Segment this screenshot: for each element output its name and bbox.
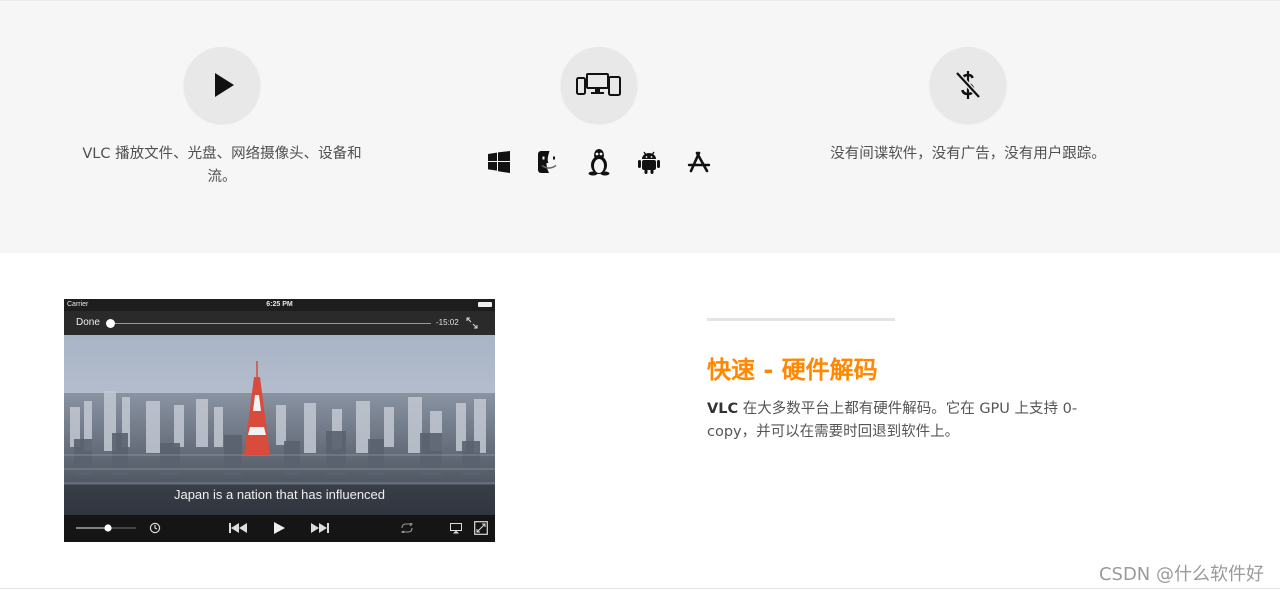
play-icon <box>215 73 234 97</box>
feature-no-ads-text: 没有间谍软件，没有广告，没有用户跟踪。 <box>830 146 1106 162</box>
play-icon[interactable] <box>273 522 285 534</box>
airplay-icon[interactable] <box>450 522 462 534</box>
finder-icon[interactable] <box>536 149 562 175</box>
player-top-bar: Done -15:02 <box>64 311 495 335</box>
features-band: VLC 播放文件、光盘、网络摄像头、设备和流。 没有间谍软件，没有广告，没有用户… <box>0 0 1280 253</box>
fast-forward-icon[interactable] <box>310 523 330 533</box>
app-store-icon[interactable] <box>686 149 712 175</box>
volume-slider[interactable] <box>74 524 138 532</box>
section-divider <box>707 318 895 321</box>
description-text: 在大多数平台上都有硬件解码。它在 GPU 上支持 0-copy，并可以在需要时回… <box>707 401 1078 440</box>
video-subtitle: Japan is a nation that has influenced <box>173 487 386 502</box>
rewind-icon[interactable] <box>228 523 248 533</box>
done-button[interactable]: Done <box>76 317 100 328</box>
bottom-divider <box>0 588 1280 589</box>
ios-status-bar: Carrier 6:25 PM <box>64 299 495 311</box>
linux-icon[interactable] <box>586 149 612 176</box>
video-player-screenshot: Carrier 6:25 PM Done -15:02 Japan is a n… <box>64 299 495 542</box>
no-dollar-icon <box>955 71 981 99</box>
aspect-ratio-icon[interactable] <box>474 521 488 535</box>
devices-icon <box>576 73 621 96</box>
csdn-watermark: CSDN @什么软件好 <box>1098 564 1264 585</box>
seek-track[interactable] <box>109 323 431 324</box>
repeat-icon[interactable] <box>400 523 414 533</box>
fullscreen-icon[interactable] <box>466 317 478 329</box>
status-clock: 6:25 PM <box>266 301 293 308</box>
devices-icon-circle <box>561 47 637 123</box>
android-icon[interactable] <box>636 149 662 175</box>
section-description: VLC 在大多数平台上都有硬件解码。它在 GPU 上支持 0-copy，并可以在… <box>707 398 1107 444</box>
section-title: 快速 - 硬件解码 <box>707 356 878 384</box>
remaining-time: -15:02 <box>436 318 459 327</box>
video-frame[interactable]: Japan is a nation that has influenced <box>64 335 495 515</box>
clock-icon[interactable] <box>149 522 161 534</box>
description-strong: VLC <box>707 401 739 417</box>
feature-platforms <box>439 1 759 176</box>
seek-knob[interactable] <box>106 319 115 328</box>
no-dollar-icon-circle <box>930 47 1006 123</box>
feature-playback: VLC 播放文件、光盘、网络摄像头、设备和流。 <box>62 1 382 189</box>
feature-playback-text: VLC 播放文件、光盘、网络摄像头、设备和流。 <box>82 146 362 185</box>
platform-icons <box>439 149 759 176</box>
play-icon-circle <box>184 47 260 123</box>
battery-icon <box>478 302 492 307</box>
player-controls <box>64 515 495 542</box>
windows-icon[interactable] <box>486 149 512 175</box>
feature-no-ads: 没有间谍软件，没有广告，没有用户跟踪。 <box>808 1 1128 166</box>
